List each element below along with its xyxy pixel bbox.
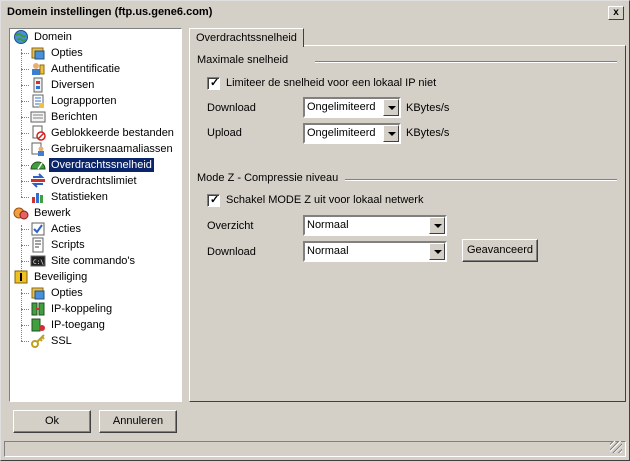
- tree-item-label: Lograpporten: [51, 95, 117, 107]
- tree-node-label: Bewerk: [34, 207, 71, 219]
- check-mark-icon: ✓: [210, 77, 220, 89]
- tree-item-label: Gebruikersnaamaliassen: [51, 143, 173, 155]
- overview-level-select[interactable]: Normaal: [303, 215, 447, 236]
- options-icon: [31, 47, 45, 60]
- window-title: Domein instellingen (ftp.us.gene6.com): [7, 6, 213, 18]
- disable-modez-label: Schakel MODE Z uit voor lokaal netwerk: [226, 194, 424, 206]
- download-speed-value: Ongelimiteerd: [307, 101, 376, 113]
- download-speed-select[interactable]: Ongelimiteerd: [303, 97, 401, 118]
- tree-connector: [21, 289, 22, 341]
- tab-overdrachtssnelheid[interactable]: Overdrachtssnelheid: [189, 28, 304, 47]
- overview-level-value: Normaal: [307, 219, 349, 231]
- settings-tree[interactable]: Domein Opties Authentificatie Diversen L…: [9, 28, 182, 402]
- tree-connector: [21, 149, 29, 150]
- limit-local-ip-label: Limiteer de snelheid voor een lokaal IP …: [226, 77, 437, 89]
- modez-download-label: Download: [207, 246, 256, 258]
- dropdown-arrow-icon[interactable]: [383, 125, 399, 142]
- tree-item-label: Scripts: [51, 239, 85, 251]
- tree-connector: [21, 309, 29, 310]
- tree-item-label: Acties: [51, 223, 81, 235]
- tree-item-label: Overdrachtssnelheid: [49, 158, 154, 172]
- tree-connector: [21, 197, 29, 198]
- group-divider: [315, 61, 617, 63]
- tree-connector: [21, 341, 29, 342]
- tree-connector: [21, 117, 29, 118]
- speedometer-icon: [30, 161, 46, 170]
- close-button[interactable]: x: [608, 6, 624, 20]
- transfer-limit-icon: [31, 173, 45, 188]
- upload-speed-select[interactable]: Ongelimiteerd: [303, 123, 401, 144]
- tree-connector: [21, 181, 29, 182]
- tree-item-label: Opties: [51, 287, 83, 299]
- ok-button[interactable]: Ok: [13, 410, 91, 433]
- group-title-speed: Maximale snelheid: [197, 54, 289, 66]
- log-icon: [32, 94, 44, 108]
- edit-icon: [13, 207, 29, 220]
- tree-item-label: Statistieken: [51, 191, 108, 203]
- tree-connector: [21, 325, 29, 326]
- user-alias-icon: [31, 142, 44, 156]
- download-unit-label: KBytes/s: [406, 102, 450, 114]
- upload-speed-value: Ongelimiteerd: [307, 127, 376, 139]
- tree-item-label: Site commando's: [51, 255, 136, 267]
- svg-text:C:\: C:\: [33, 259, 44, 266]
- tree-item-label: Geblokkeerde bestanden: [51, 127, 174, 139]
- tree-connector: [21, 261, 29, 262]
- upload-label: Upload: [207, 127, 242, 139]
- tree-item-label: IP-toegang: [51, 319, 105, 331]
- key-icon: [31, 334, 45, 348]
- tree-connector: [21, 245, 29, 246]
- overview-label: Overzicht: [207, 220, 254, 232]
- user-key-icon: [32, 63, 45, 75]
- ip-access-icon: [31, 318, 45, 332]
- tree-node-label: Beveiliging: [34, 271, 88, 283]
- script-icon: [32, 237, 44, 253]
- disable-modez-checkbox[interactable]: ✓: [207, 194, 220, 207]
- tree-connector: [21, 53, 29, 54]
- tree-connector: [21, 165, 29, 166]
- tree-item-label: Overdrachtslimiet: [51, 175, 137, 187]
- tree-item-label: Diversen: [51, 79, 95, 91]
- tree-connector: [21, 49, 22, 197]
- resize-grip[interactable]: [610, 441, 622, 453]
- group-divider: [345, 179, 617, 181]
- status-bar: [4, 441, 626, 457]
- statistics-icon: [32, 193, 43, 203]
- download-level-value: Normaal: [307, 245, 349, 257]
- tree-node-label: Domein: [34, 31, 72, 43]
- tree-connector: [21, 293, 29, 294]
- cancel-button[interactable]: Annuleren: [99, 410, 177, 433]
- misc-icon: [33, 77, 43, 93]
- advanced-button[interactable]: Geavanceerd: [462, 239, 538, 262]
- dialog-window: Domein instellingen (ftp.us.gene6.com) x…: [0, 0, 630, 461]
- dropdown-arrow-icon[interactable]: [383, 99, 399, 116]
- tree-item-label: IP-koppeling: [51, 303, 113, 315]
- check-mark-icon: ✓: [210, 194, 220, 206]
- security-icon: [14, 270, 28, 284]
- group-title-modez: Mode Z - Compressie niveau: [197, 172, 339, 184]
- download-level-select[interactable]: Normaal: [303, 241, 447, 262]
- message-icon: [30, 111, 46, 123]
- tree-item-label: Authentificatie: [51, 63, 121, 75]
- dropdown-arrow-icon[interactable]: [429, 217, 445, 234]
- tree-connector: [21, 133, 29, 134]
- title-bar[interactable]: Domein instellingen (ftp.us.gene6.com) x: [4, 4, 626, 22]
- tree-item-label: Opties: [51, 47, 83, 59]
- tree-item-label: SSL: [51, 335, 72, 347]
- tree-connector: [21, 229, 29, 230]
- tree-connector: [21, 101, 29, 102]
- dropdown-arrow-icon[interactable]: [429, 243, 445, 260]
- console-icon: C:\: [30, 255, 46, 267]
- tree-connector: [21, 69, 29, 70]
- tree-connector: [21, 85, 29, 86]
- upload-unit-label: KBytes/s: [406, 127, 450, 139]
- actions-icon: [31, 222, 45, 236]
- globe-icon: [14, 30, 28, 44]
- ip-binding-icon: [31, 302, 45, 316]
- limit-local-ip-checkbox[interactable]: ✓: [207, 77, 220, 90]
- options-icon: [31, 287, 45, 300]
- download-label: Download: [207, 102, 256, 114]
- tree-item-label: Berichten: [51, 111, 98, 123]
- blocked-file-icon: [32, 125, 46, 141]
